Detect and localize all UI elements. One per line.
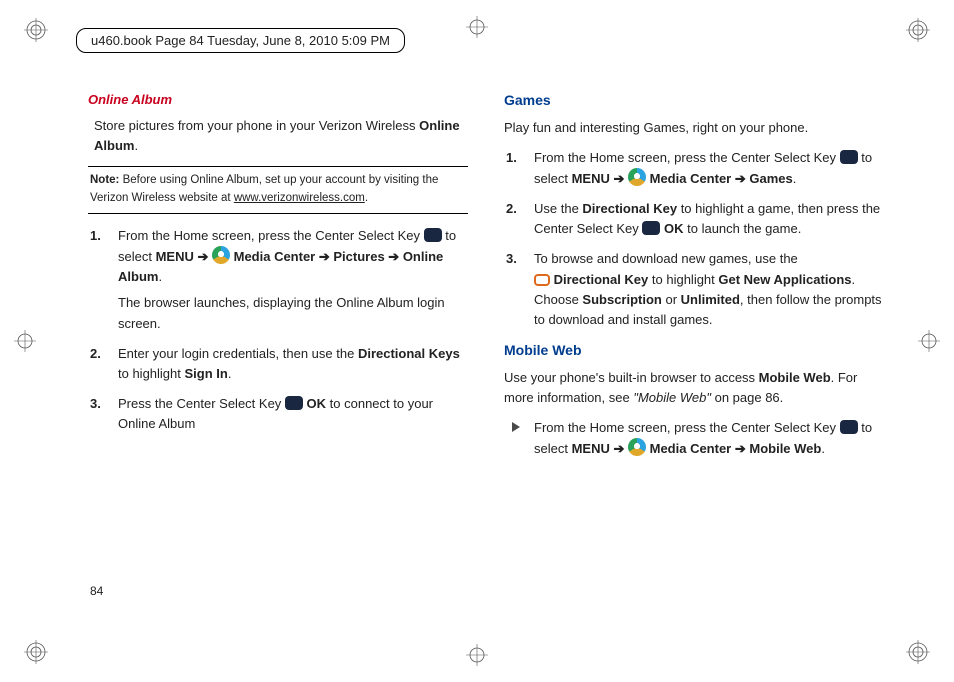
cropmark-icon — [918, 330, 940, 352]
text-bold: Mobile Web — [759, 370, 831, 385]
step-1: 1. From the Home screen, press the Cente… — [118, 226, 468, 334]
step-2: 2. Enter your login credentials, then us… — [118, 344, 468, 384]
heading-online-album: Online Album — [88, 90, 468, 110]
media-center-icon — [212, 246, 230, 264]
text: Use your phone's built-in browser to acc… — [504, 370, 759, 385]
center-select-key-icon — [642, 221, 660, 235]
text: . — [134, 138, 138, 153]
cropmark-icon — [24, 18, 48, 42]
media-center-icon — [628, 438, 646, 456]
note-text: . — [365, 192, 368, 204]
text-bold: Mobile Web — [749, 441, 821, 456]
page-number: 84 — [90, 584, 103, 598]
arrow-icon: ➔ — [194, 249, 212, 264]
text-bold: MENU — [572, 171, 610, 186]
arrow-icon: ➔ — [610, 441, 628, 456]
triangle-bullet-icon — [512, 422, 520, 432]
center-select-key-icon — [840, 420, 858, 434]
text-bold: Games — [749, 171, 792, 186]
text-bold: Directional Keys — [358, 346, 460, 361]
arrow-icon: ➔ — [731, 171, 749, 186]
text-bold: OK — [664, 221, 684, 236]
cropmark-icon — [466, 644, 488, 666]
arrow-icon: ➔ — [385, 249, 403, 264]
step-number: 1. — [90, 226, 101, 246]
games-steps: 1. From the Home screen, press the Cente… — [504, 148, 884, 330]
media-center-icon — [628, 168, 646, 186]
text: to highlight — [118, 366, 185, 381]
left-column: Online Album Store pictures from your ph… — [88, 90, 468, 604]
page-header-stamp: u460.book Page 84 Tuesday, June 8, 2010 … — [76, 28, 405, 53]
center-select-key-icon — [840, 150, 858, 164]
text: on page 86. — [711, 390, 783, 405]
text-bold: MENU — [156, 249, 194, 264]
text-bold: Directional Key — [554, 272, 649, 287]
text-bold: Unlimited — [681, 292, 740, 307]
text-bold: Sign In — [185, 366, 228, 381]
text: Enter your login credentials, then use t… — [118, 346, 358, 361]
note-box: Note: Before using Online Album, set up … — [88, 166, 468, 214]
text: Press the Center Select Key — [118, 396, 285, 411]
text: Store pictures from your phone in your V… — [94, 118, 419, 133]
step-number: 2. — [90, 344, 101, 364]
text-bold: Media Center — [650, 441, 732, 456]
step-number: 2. — [506, 199, 517, 219]
mobile-web-intro: Use your phone's built-in browser to acc… — [504, 368, 878, 408]
center-select-key-icon — [424, 228, 442, 242]
note-label: Note: — [90, 174, 119, 186]
step-number: 3. — [90, 394, 101, 414]
text-bold: Subscription — [582, 292, 661, 307]
text: . — [793, 171, 797, 186]
right-column: Games Play fun and interesting Games, ri… — [504, 90, 884, 604]
text: From the Home screen, press the Center S… — [118, 228, 424, 243]
step-1-sub: The browser launches, displaying the Onl… — [118, 293, 468, 333]
online-album-intro: Store pictures from your phone in your V… — [94, 116, 462, 156]
text: From the Home screen, press the Center S… — [534, 420, 840, 435]
text-bold: Get New Applications — [718, 272, 851, 287]
heading-games: Games — [504, 90, 884, 112]
arrow-icon: ➔ — [731, 441, 749, 456]
games-step-1: 1. From the Home screen, press the Cente… — [534, 148, 884, 189]
steps-list: 1. From the Home screen, press the Cente… — [88, 226, 468, 434]
text: or — [662, 292, 681, 307]
games-intro: Play fun and interesting Games, right on… — [504, 118, 878, 138]
text: . — [228, 366, 232, 381]
directional-key-icon — [534, 274, 550, 286]
heading-mobile-web: Mobile Web — [504, 340, 884, 362]
center-select-key-icon — [285, 396, 303, 410]
text: To browse and download new games, use th… — [534, 251, 798, 266]
mobile-web-step: From the Home screen, press the Center S… — [504, 418, 884, 459]
text: to highlight — [648, 272, 718, 287]
step-number: 3. — [506, 249, 517, 269]
text: . — [821, 441, 825, 456]
text-bold: Pictures — [333, 249, 384, 264]
note-link: www.verizonwireless.com — [234, 192, 365, 204]
arrow-icon: ➔ — [315, 249, 333, 264]
cropmark-icon — [24, 640, 48, 664]
text-bold: Media Center — [650, 171, 732, 186]
cropmark-icon — [14, 330, 36, 352]
step-3: 3. Press the Center Select Key OK to con… — [118, 394, 468, 434]
cropmark-icon — [906, 18, 930, 42]
arrow-icon: ➔ — [610, 171, 628, 186]
text-bold: Directional Key — [582, 201, 677, 216]
games-step-2: 2. Use the Directional Key to highlight … — [534, 199, 884, 239]
text: Use the — [534, 201, 582, 216]
games-step-3: 3. To browse and download new games, use… — [534, 249, 884, 330]
page-content: Online Album Store pictures from your ph… — [88, 90, 884, 604]
cropmark-icon — [466, 16, 488, 38]
text: . — [158, 269, 162, 284]
cropmark-icon — [906, 640, 930, 664]
text-bold: OK — [307, 396, 327, 411]
text-bold: MENU — [572, 441, 610, 456]
step-number: 1. — [506, 148, 517, 168]
text: to launch the game. — [684, 221, 802, 236]
text: From the Home screen, press the Center S… — [534, 150, 840, 165]
text-bold: Media Center — [234, 249, 316, 264]
text-italic: "Mobile Web" — [633, 390, 711, 405]
